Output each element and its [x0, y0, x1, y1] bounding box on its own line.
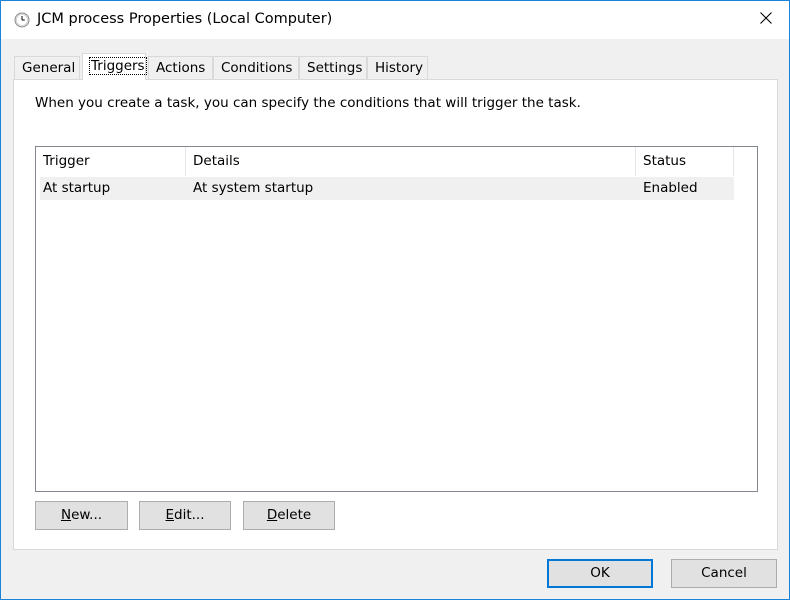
tab-label: Conditions: [221, 60, 293, 76]
tab-label: History: [375, 60, 424, 76]
button-label: ew...: [71, 507, 103, 523]
triggers-panel: When you create a task, you can specify …: [13, 79, 778, 550]
tab-label: Triggers: [89, 57, 147, 75]
close-button[interactable]: [743, 1, 789, 39]
tab-triggers[interactable]: Triggers: [82, 53, 147, 80]
button-label: Cancel: [701, 565, 747, 581]
tab-conditions[interactable]: Conditions: [213, 56, 299, 80]
title-bar[interactable]: JCM process Properties (Local Computer): [1, 1, 789, 39]
tab-settings[interactable]: Settings: [299, 56, 367, 80]
new-button[interactable]: New...: [35, 501, 128, 530]
properties-dialog: JCM process Properties (Local Computer) …: [0, 0, 790, 600]
tab-label: Actions: [156, 60, 206, 76]
panel-description: When you create a task, you can specify …: [35, 95, 581, 111]
cell-trigger: At startup: [43, 180, 111, 196]
edit-button[interactable]: Edit...: [139, 501, 231, 530]
column-header-details[interactable]: Details: [186, 147, 636, 176]
column-label: Details: [193, 153, 240, 169]
tab-label: General: [22, 60, 76, 76]
button-label: OK: [590, 565, 610, 581]
column-label: Trigger: [43, 153, 90, 169]
column-header-trigger[interactable]: Trigger: [36, 147, 186, 176]
tab-actions[interactable]: Actions: [148, 56, 213, 80]
mnemonic: N: [60, 507, 72, 523]
cell-status: Enabled: [643, 180, 698, 196]
ok-button[interactable]: OK: [547, 559, 653, 588]
close-icon: [760, 12, 772, 28]
column-header-status[interactable]: Status: [636, 147, 734, 176]
triggers-list[interactable]: Trigger Details Status At startup At sys…: [35, 146, 758, 492]
tab-history[interactable]: History: [367, 56, 428, 80]
button-label: elete: [277, 507, 312, 523]
mnemonic: D: [266, 507, 278, 523]
tab-general[interactable]: General: [14, 56, 80, 80]
column-label: Status: [643, 153, 687, 169]
clock-icon: [14, 12, 30, 28]
list-header: Trigger Details Status: [36, 147, 734, 176]
cancel-button[interactable]: Cancel: [671, 559, 777, 588]
mnemonic: E: [165, 507, 175, 523]
cell-details: At system startup: [193, 180, 314, 196]
button-label: dit...: [174, 507, 205, 523]
table-row[interactable]: At startup At system startup Enabled: [40, 177, 734, 200]
delete-button[interactable]: Delete: [243, 501, 335, 530]
tab-label: Settings: [307, 60, 363, 76]
window-title: JCM process Properties (Local Computer): [37, 11, 333, 27]
